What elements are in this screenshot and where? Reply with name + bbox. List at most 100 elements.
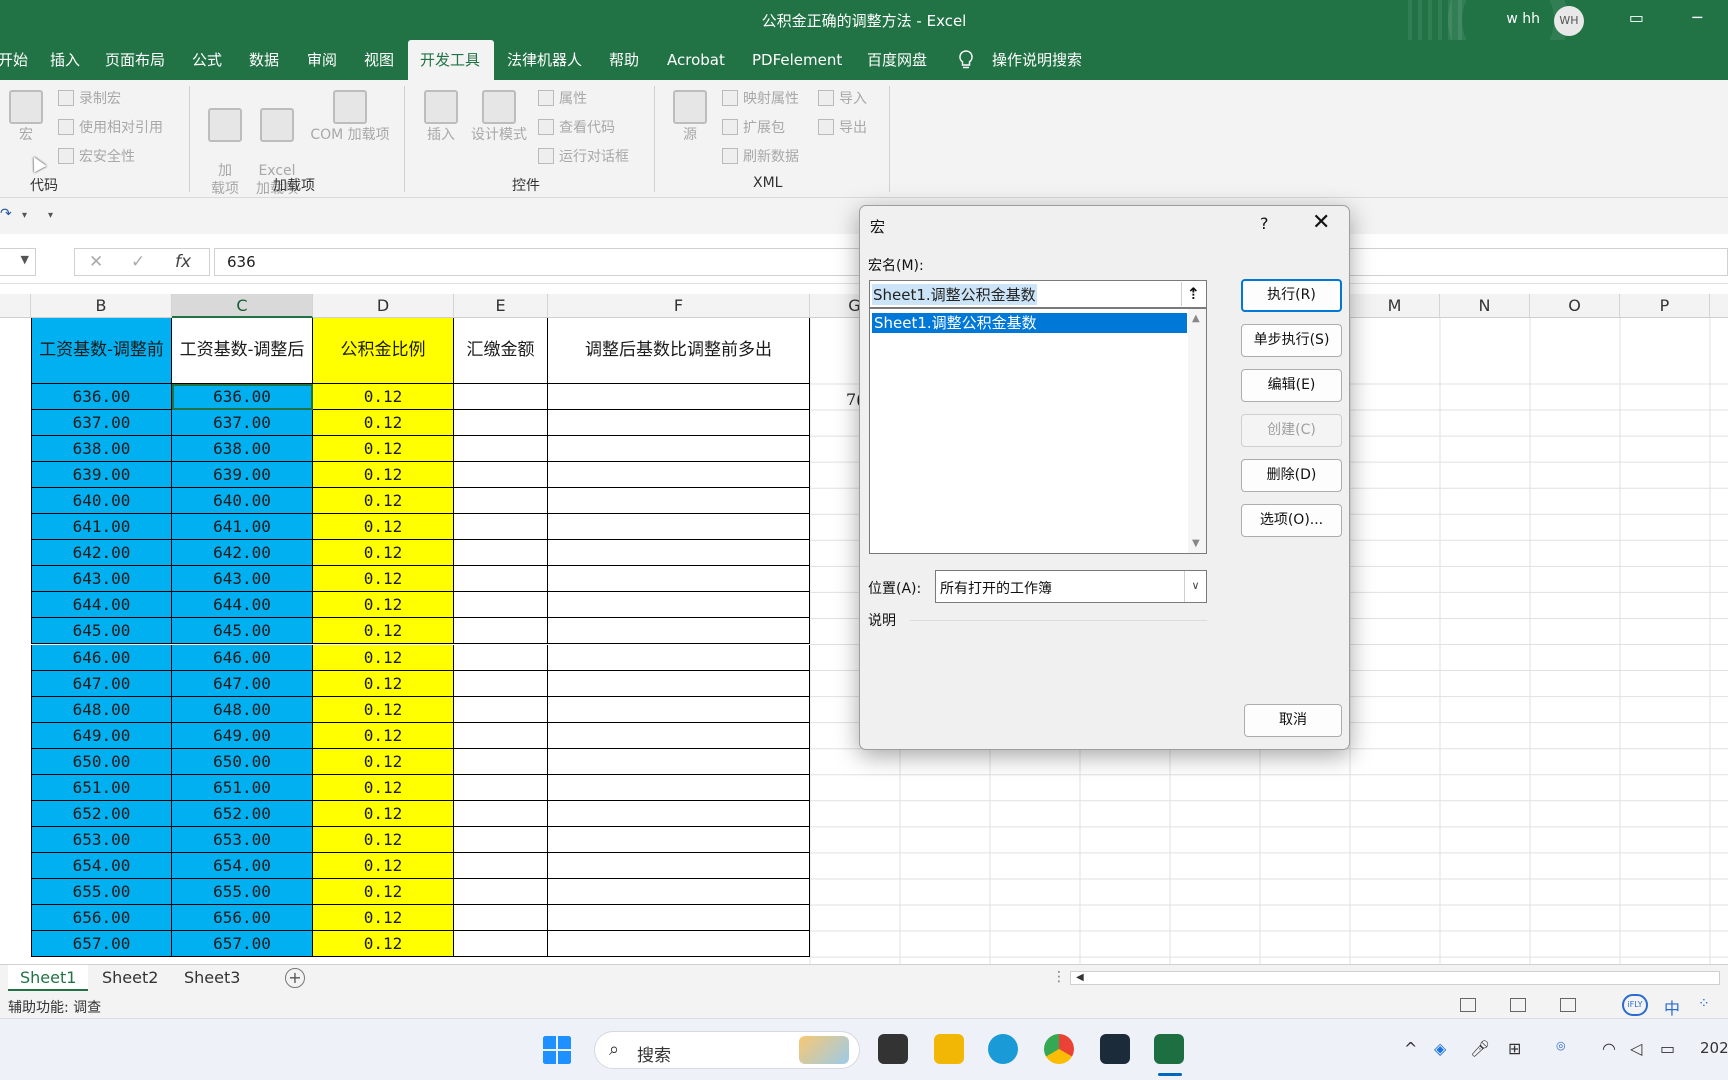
- cell-c[interactable]: 645.00: [172, 618, 313, 645]
- cell-c[interactable]: 649.00: [172, 722, 313, 749]
- chevron-down-icon[interactable]: ▼: [21, 253, 29, 266]
- cell-d[interactable]: 0.12: [313, 774, 454, 801]
- tab-baidu-netdisk[interactable]: 百度网盘: [855, 40, 939, 80]
- macro-list-item[interactable]: Sheet1.调整公积金基数: [872, 313, 1187, 333]
- create-button[interactable]: 创建(C): [1241, 414, 1342, 447]
- cell-f[interactable]: [548, 826, 810, 853]
- cell-e[interactable]: [454, 592, 548, 619]
- design-mode-button[interactable]: 设计模式: [466, 90, 532, 144]
- file-explorer-icon[interactable]: [934, 1034, 964, 1064]
- cell-f[interactable]: [548, 436, 810, 463]
- ime-tray-icon[interactable]: ⊞: [1508, 1039, 1521, 1058]
- task-view-icon[interactable]: [878, 1034, 908, 1064]
- cell-c[interactable]: 657.00: [172, 931, 313, 958]
- cell-e[interactable]: [454, 384, 548, 411]
- cell-e[interactable]: [454, 644, 548, 671]
- cell-c[interactable]: 650.00: [172, 748, 313, 775]
- com-addins-button[interactable]: COM 加载项: [304, 90, 396, 144]
- cell-c[interactable]: 651.00: [172, 774, 313, 801]
- cell-b[interactable]: 636.00: [31, 384, 172, 411]
- wifi-icon[interactable]: ◠: [1602, 1039, 1616, 1058]
- tab-pdfelement[interactable]: PDFelement: [740, 40, 854, 80]
- cell-e[interactable]: [454, 488, 548, 515]
- map-properties-button[interactable]: 映射属性: [722, 88, 799, 108]
- cell-b[interactable]: 652.00: [31, 800, 172, 827]
- chevron-up-icon[interactable]: ^: [1404, 1039, 1417, 1058]
- cell-e[interactable]: [454, 462, 548, 489]
- tab-review[interactable]: 审阅: [295, 40, 349, 80]
- cell-d[interactable]: 0.12: [313, 852, 454, 879]
- cell-c[interactable]: 655.00: [172, 878, 313, 905]
- cell-e[interactable]: [454, 696, 548, 723]
- cell-f[interactable]: [548, 644, 810, 671]
- page-layout-view-icon[interactable]: [1510, 998, 1526, 1012]
- accessibility-status[interactable]: 辅助功能: 调查: [8, 997, 101, 1017]
- cell-c[interactable]: 639.00: [172, 462, 313, 489]
- cell-c[interactable]: 644.00: [172, 592, 313, 619]
- column-header-o[interactable]: O: [1530, 294, 1620, 318]
- chrome-icon[interactable]: [1044, 1034, 1074, 1064]
- tell-me-search[interactable]: 操作说明搜索: [980, 40, 1094, 80]
- cell-e[interactable]: [454, 852, 548, 879]
- cell-d[interactable]: 0.12: [313, 931, 454, 958]
- battery-icon[interactable]: ▭: [1660, 1039, 1675, 1058]
- cell-b[interactable]: 647.00: [31, 670, 172, 697]
- cell-d[interactable]: 0.12: [313, 410, 454, 437]
- cell-e[interactable]: [454, 436, 548, 463]
- cell-f[interactable]: [548, 722, 810, 749]
- cell-c[interactable]: 652.00: [172, 800, 313, 827]
- macro-list[interactable]: Sheet1.调整公积金基数 ▲ ▼: [869, 308, 1207, 554]
- add-sheet-icon[interactable]: +: [285, 968, 305, 988]
- header-cell-b[interactable]: 工资基数-调整前: [31, 318, 172, 384]
- cell-e[interactable]: [454, 540, 548, 567]
- cell-f[interactable]: [548, 384, 810, 411]
- header-cell-d[interactable]: 公积金比例: [313, 318, 454, 384]
- tab-developer[interactable]: 开发工具: [408, 40, 494, 80]
- cell-d[interactable]: 0.12: [313, 748, 454, 775]
- excel-taskbar-icon[interactable]: [1154, 1034, 1184, 1064]
- cell-b[interactable]: 644.00: [31, 592, 172, 619]
- run-button[interactable]: 执行(R): [1241, 279, 1342, 312]
- cell-b[interactable]: 653.00: [31, 826, 172, 853]
- run-dialog-button[interactable]: 运行对话框: [538, 146, 629, 166]
- tab-legal-robot[interactable]: 法律机器人: [495, 40, 594, 80]
- insert-function-icon[interactable]: fx: [175, 252, 191, 272]
- cell-e[interactable]: [454, 931, 548, 958]
- step-into-button[interactable]: 单步执行(S): [1241, 324, 1342, 357]
- ime-settings-icon[interactable]: ⁘: [1698, 996, 1710, 1012]
- cell-e[interactable]: [454, 905, 548, 932]
- sheet-tab-sheet2[interactable]: Sheet2: [90, 965, 170, 991]
- addins-button[interactable]: 加 载项: [206, 90, 244, 198]
- cancel-icon[interactable]: ✕: [89, 252, 103, 272]
- cell-b[interactable]: 650.00: [31, 748, 172, 775]
- cell-c[interactable]: 647.00: [172, 670, 313, 697]
- cell-f[interactable]: [548, 800, 810, 827]
- close-icon[interactable]: ✕: [1312, 210, 1330, 235]
- column-header-e[interactable]: E: [454, 294, 548, 318]
- horizontal-scrollbar[interactable]: [1070, 971, 1720, 985]
- scroll-left-icon[interactable]: ◀: [1076, 972, 1084, 983]
- cell-b[interactable]: 645.00: [31, 618, 172, 645]
- cell-b[interactable]: 639.00: [31, 462, 172, 489]
- location-select[interactable]: 所有打开的工作簿 ∨: [935, 570, 1207, 603]
- tab-formulas[interactable]: 公式: [180, 40, 234, 80]
- xml-source-button[interactable]: 源: [670, 90, 710, 144]
- avatar[interactable]: WH: [1554, 6, 1584, 36]
- cell-c[interactable]: 653.00: [172, 826, 313, 853]
- cell-d[interactable]: 0.12: [313, 644, 454, 671]
- macro-security-button[interactable]: 宏安全性: [58, 146, 135, 166]
- cell-e[interactable]: [454, 566, 548, 593]
- cell-f[interactable]: [548, 618, 810, 645]
- cell-f[interactable]: [548, 931, 810, 958]
- tab-help[interactable]: 帮助: [597, 40, 651, 80]
- chevron-down-icon[interactable]: ∨: [1184, 571, 1206, 602]
- terminal-icon[interactable]: [1100, 1034, 1130, 1064]
- xml-export-button[interactable]: 导出: [818, 117, 867, 137]
- cell-f[interactable]: [548, 670, 810, 697]
- cell-f[interactable]: [548, 540, 810, 567]
- list-scrollbar[interactable]: ▲ ▼: [1188, 309, 1206, 553]
- sheet-tab-sheet1[interactable]: Sheet1: [8, 965, 89, 991]
- cell-d[interactable]: 0.12: [313, 800, 454, 827]
- cell-f[interactable]: [548, 410, 810, 437]
- cell-d[interactable]: 0.12: [313, 878, 454, 905]
